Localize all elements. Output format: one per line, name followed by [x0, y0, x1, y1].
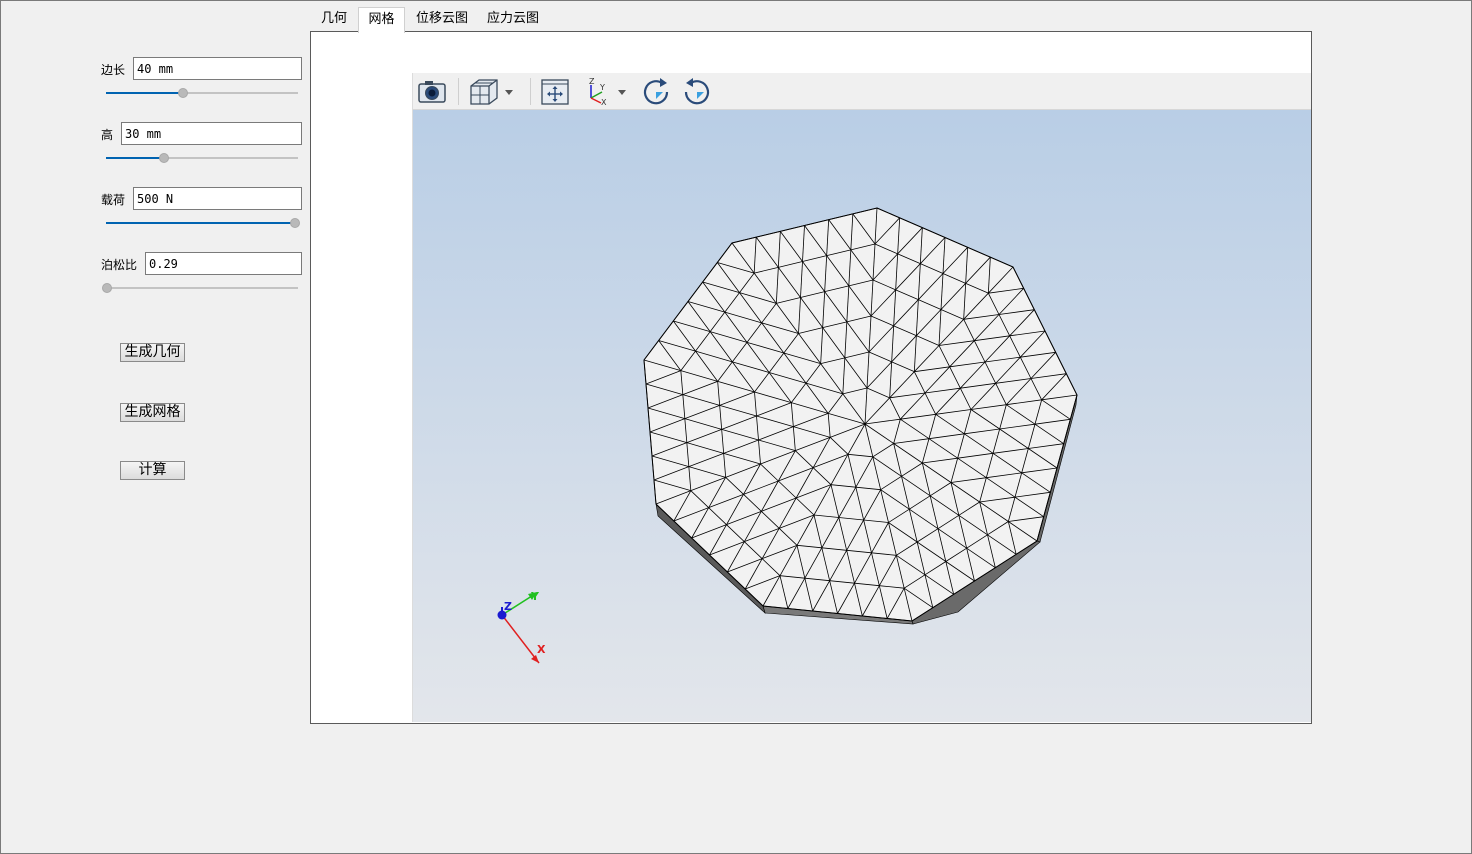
- triad-z-label: Z: [504, 600, 512, 613]
- triad-y-label: Y: [530, 590, 540, 603]
- slider-handle[interactable]: [102, 283, 112, 293]
- load-input[interactable]: 500 N: [133, 187, 302, 210]
- fit-all-icon[interactable]: [539, 76, 571, 107]
- poisson-ratio-input[interactable]: 0.29: [145, 252, 302, 275]
- tab-geometry[interactable]: 几何: [313, 7, 355, 32]
- slider-handle[interactable]: [177, 88, 188, 98]
- slider-fill: [106, 222, 298, 224]
- height-input[interactable]: 30 mm: [121, 122, 302, 145]
- poisson-ratio-slider[interactable]: [102, 282, 298, 294]
- camera-icon[interactable]: [416, 76, 448, 107]
- height-slider[interactable]: [106, 152, 298, 164]
- poisson-ratio-label: 泊松比: [101, 258, 138, 272]
- generate-mesh-button[interactable]: 生成网格: [120, 403, 185, 422]
- edge-length-slider[interactable]: [106, 87, 298, 99]
- tab-displacement-contour[interactable]: 位移云图: [409, 7, 475, 32]
- slider-fill: [106, 157, 164, 159]
- tab-mesh[interactable]: 网格: [358, 7, 405, 33]
- coordinate-triad: X Y Z: [497, 590, 546, 664]
- rotate-clockwise-icon[interactable]: [640, 76, 672, 107]
- axes-view-icon[interactable]: Z Y X: [583, 76, 631, 107]
- load-slider[interactable]: [106, 217, 300, 229]
- toolbar-separator: [530, 78, 531, 105]
- load-label: 载荷: [101, 193, 126, 207]
- mesh-model: X Y Z: [497, 207, 1078, 664]
- tab-stress-contour[interactable]: 应力云图: [480, 7, 546, 32]
- slider-handle[interactable]: [158, 153, 169, 163]
- viewer-toolbar: Z Y X: [413, 73, 1311, 110]
- slider-handle[interactable]: [290, 218, 300, 228]
- triad-x-label: X: [537, 643, 546, 656]
- axis-y-text: Y: [599, 83, 605, 92]
- 3d-viewer: Z Y X X Y Z: [412, 73, 1311, 722]
- rotate-counterclockwise-icon[interactable]: [681, 76, 713, 107]
- compute-button[interactable]: 计算: [120, 461, 185, 480]
- edge-length-input[interactable]: 40 mm: [133, 57, 302, 80]
- height-label: 高: [101, 128, 114, 142]
- toolbar-separator: [458, 78, 459, 105]
- slider-fill: [106, 92, 183, 94]
- edge-length-label: 边长: [101, 63, 126, 77]
- view-cube-icon[interactable]: [467, 76, 519, 107]
- axis-x-text: X: [601, 98, 607, 107]
- axis-z-text: Z: [589, 77, 595, 86]
- generate-geometry-button[interactable]: 生成几何: [120, 343, 185, 362]
- mesh-viewport[interactable]: X Y Z: [413, 110, 1311, 722]
